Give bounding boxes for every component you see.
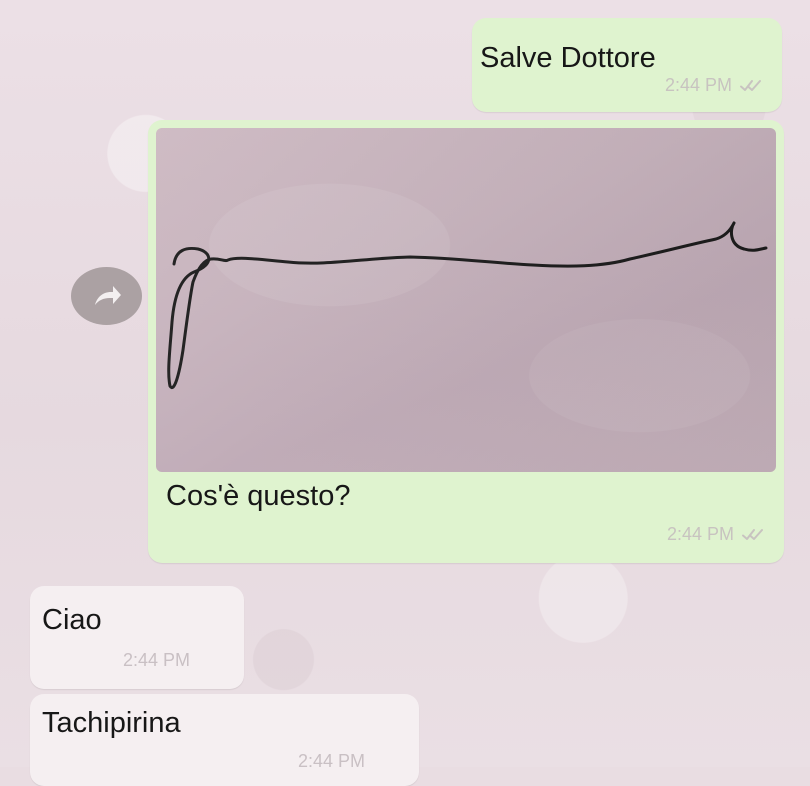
outgoing-message-bubble[interactable]: Salve Dottore 2:44 PM bbox=[472, 18, 782, 112]
handwritten-signature-image bbox=[167, 221, 768, 390]
incoming-message-bubble[interactable]: Ciao 2:44 PM bbox=[30, 586, 244, 689]
incoming-message-bubble[interactable]: Tachipirina 2:44 PM bbox=[30, 694, 419, 786]
message-time: 2:44 PM bbox=[123, 650, 191, 670]
message-meta: 2:44 PM bbox=[667, 525, 765, 543]
message-time: 2:44 PM bbox=[298, 751, 366, 771]
outgoing-image-message-bubble[interactable]: Cos'è questo? 2:44 PM bbox=[148, 120, 784, 563]
message-meta: 2:44 PM bbox=[123, 651, 190, 669]
message-time: 2:44 PM bbox=[666, 524, 734, 544]
forward-button[interactable] bbox=[71, 267, 142, 325]
image-attachment[interactable] bbox=[156, 128, 776, 472]
message-text: Salve Dottore bbox=[480, 42, 656, 74]
message-meta: 2:44 PM bbox=[298, 752, 365, 770]
forward-icon bbox=[90, 281, 124, 311]
message-time: 2:44 PM bbox=[664, 75, 732, 95]
message-text: Tachipirina bbox=[42, 707, 181, 739]
double-check-icon bbox=[739, 78, 763, 93]
double-check-icon bbox=[741, 527, 765, 542]
message-text: Ciao bbox=[42, 604, 102, 636]
image-caption: Cos'è questo? bbox=[166, 480, 351, 512]
message-meta: 2:44 PM bbox=[665, 76, 763, 94]
